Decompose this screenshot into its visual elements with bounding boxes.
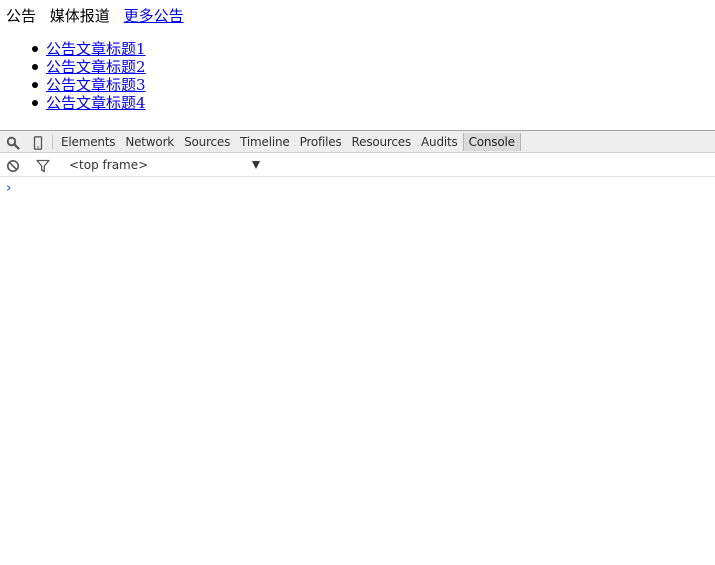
tab-timeline[interactable]: Timeline: [235, 133, 294, 151]
filter-icon[interactable]: [36, 158, 50, 173]
console-output[interactable]: ›: [0, 177, 715, 565]
devtools-tabs: Elements Network Sources Timeline Profil…: [56, 131, 521, 153]
web-content: 公告 媒体报道 更多公告 公告文章标题1 公告文章标题2 公告文章标题3 公告文…: [0, 0, 715, 130]
tab-sources[interactable]: Sources: [179, 133, 235, 151]
notice-link-2[interactable]: 公告文章标题2: [46, 58, 146, 76]
notice-tabs: 公告 媒体报道 更多公告: [6, 6, 193, 26]
devtools-toolbar: Elements Network Sources Timeline Profil…: [0, 130, 715, 153]
browser-page: 公告 媒体报道 更多公告 公告文章标题1 公告文章标题2 公告文章标题3 公告文…: [0, 0, 715, 565]
list-item: 公告文章标题2: [32, 58, 146, 76]
tab-network[interactable]: Network: [120, 133, 179, 151]
console-toolbar: <top frame>: [0, 153, 715, 177]
devtools-panel: Elements Network Sources Timeline Profil…: [0, 130, 715, 565]
tab-audits[interactable]: Audits: [416, 133, 463, 151]
console-prompt-icon: ›: [6, 181, 12, 196]
tab-elements[interactable]: Elements: [56, 133, 120, 151]
tab-resources[interactable]: Resources: [347, 133, 416, 151]
list-item: 公告文章标题3: [32, 76, 146, 94]
toolbar-divider: [52, 135, 53, 149]
chevron-down-icon: [252, 161, 260, 169]
clear-console-icon[interactable]: [6, 158, 20, 172]
more-notices-link[interactable]: 更多公告: [124, 7, 184, 25]
frame-selector[interactable]: <top frame>: [66, 156, 262, 174]
mobile-device-icon[interactable]: [31, 135, 45, 150]
list-item: 公告文章标题4: [32, 94, 146, 112]
notice-link-3[interactable]: 公告文章标题3: [46, 76, 146, 94]
tab-profiles[interactable]: Profiles: [295, 133, 347, 151]
tab-notice[interactable]: 公告: [6, 7, 36, 25]
notice-list: 公告文章标题1 公告文章标题2 公告文章标题3 公告文章标题4: [32, 40, 146, 112]
tab-console[interactable]: Console: [462, 133, 521, 151]
frame-selector-value: <top frame>: [69, 158, 149, 172]
notice-link-1[interactable]: 公告文章标题1: [46, 40, 146, 58]
list-item: 公告文章标题1: [32, 40, 146, 58]
tab-media-report[interactable]: 媒体报道: [50, 7, 110, 25]
notice-link-4[interactable]: 公告文章标题4: [46, 94, 146, 112]
search-icon[interactable]: [6, 135, 20, 150]
